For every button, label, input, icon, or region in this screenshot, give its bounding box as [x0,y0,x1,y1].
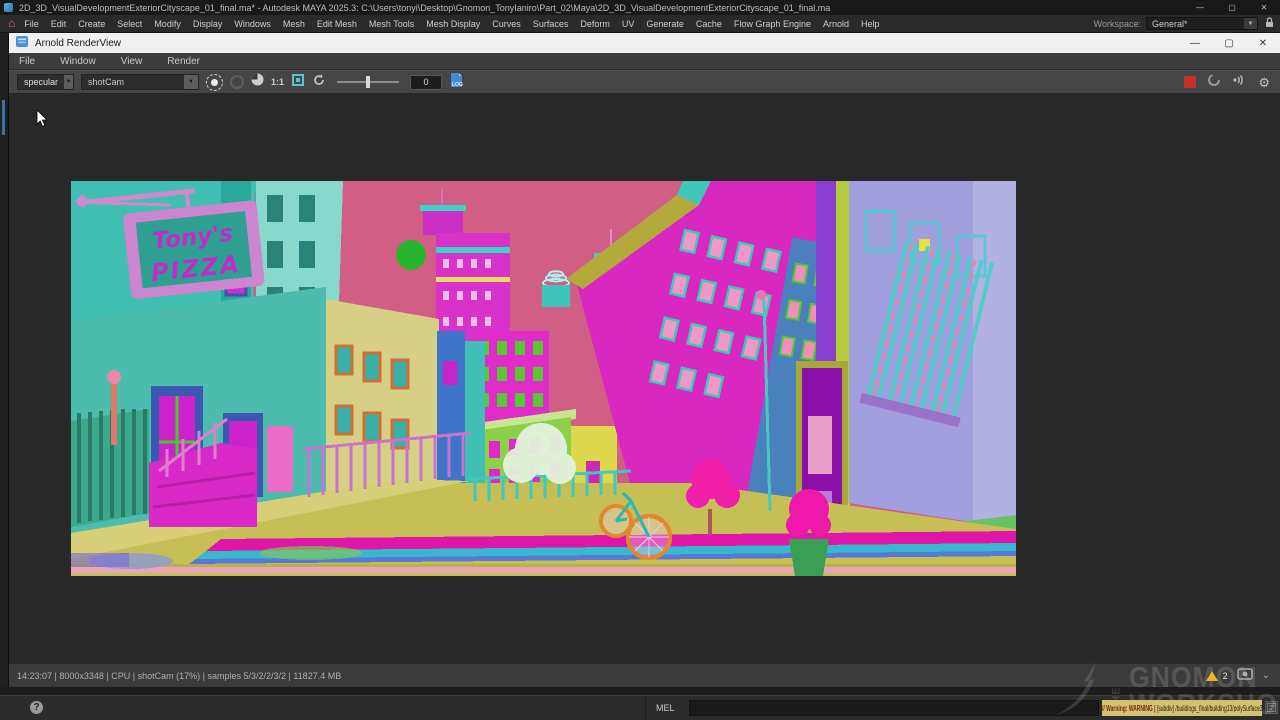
chevron-down-icon: ▼ [64,75,73,89]
renderview-menubar: File Window View Render [9,53,1280,70]
home-icon[interactable]: ⌂ [8,16,15,30]
maya-app-icon [4,3,13,12]
rv-menu-render[interactable]: Render [167,56,200,67]
stop-render-button[interactable] [1184,76,1196,88]
warning-count: 2 [1223,671,1228,681]
snapshot-icon[interactable] [230,75,244,89]
svg-text:LOG: LOG [452,82,463,88]
menu-file[interactable]: File [18,19,45,29]
warning-path: [subdiv] /buildings_final/building13/pol… [1157,704,1262,713]
zoom-ratio-label[interactable]: 1:1 [271,77,284,87]
menu-modify[interactable]: Modify [148,19,187,29]
command-output-warning[interactable]: // Warning: WARNING | [subdiv] /building… [1102,700,1262,716]
render-viewport[interactable]: Tony's PIZZA [9,94,1280,663]
menu-mesh-display[interactable]: Mesh Display [420,19,486,29]
notifications-icon[interactable] [1232,73,1247,91]
aov-dropdown[interactable]: specular ▼ [17,74,74,90]
slider-handle[interactable] [366,76,370,88]
renderview-toolbar: specular ▼ shotCam ▼ 1:1 0 LOG [9,70,1280,94]
renderview-titlebar[interactable]: Arnold RenderView — ▢ ✕ [9,33,1280,53]
render-status-text: 14:23:07 | 8000x3348 | CPU | shotCam (17… [17,671,341,681]
display-channel-icon[interactable] [251,73,264,91]
maya-titlebar: 2D_3D_VisualDevelopmentExteriorCityscape… [0,0,1280,15]
menu-flow-graph-engine[interactable]: Flow Graph Engine [728,19,817,29]
rv-menu-file[interactable]: File [19,56,35,67]
menu-cache[interactable]: Cache [690,19,728,29]
menu-edit-mesh[interactable]: Edit Mesh [311,19,363,29]
chevron-down-icon: ▼ [1244,18,1257,29]
chevron-down-icon: ▼ [184,75,198,89]
help-icon[interactable]: ? [30,701,43,714]
maya-window-title: 2D_3D_VisualDevelopmentExteriorCityscape… [19,3,830,13]
renderview-statusbar: 14:23:07 | 8000x3348 | CPU | shotCam (17… [9,663,1280,687]
renderview-title: Arnold RenderView [35,38,121,49]
aov-value: specular [18,75,64,89]
menu-create[interactable]: Create [72,19,111,29]
maya-bottom-gap [0,687,1280,695]
snapshot-image-icon[interactable] [1237,667,1253,685]
camera-value: shotCam [82,75,184,89]
maya-side-strip [0,33,8,690]
script-editor-icon[interactable] [1265,701,1278,714]
menu-display[interactable]: Display [187,19,229,29]
menu-edit[interactable]: Edit [45,19,73,29]
exposure-slider[interactable] [337,81,399,83]
maximize-button[interactable]: ▢ [1216,0,1248,15]
rv-menu-view[interactable]: View [121,56,143,67]
mouse-cursor [36,110,48,127]
arnold-renderview-window: Arnold RenderView — ▢ ✕ File Window View… [8,33,1280,687]
menu-help[interactable]: Help [855,19,886,29]
render-image: Tony's PIZZA [71,181,1016,576]
menu-mesh[interactable]: Mesh [277,19,311,29]
log-icon[interactable]: LOG [449,72,465,93]
divider [645,696,646,720]
warning-prefix: // Warning: WARNING | [1102,704,1157,713]
workspace-value: General* [1147,19,1244,29]
start-ipr-button[interactable] [206,74,223,91]
chevron-down-icon[interactable]: ⌄ [1262,670,1270,681]
menu-uv[interactable]: UV [616,19,641,29]
renderview-close-button[interactable]: ✕ [1246,33,1280,53]
maya-menubar: ⌂ File Edit Create Select Modify Display… [0,15,1280,33]
menu-surfaces[interactable]: Surfaces [527,19,575,29]
warning-triangle-icon[interactable] [1206,671,1218,681]
maya-command-line: ? MEL // Warning: WARNING | [subdiv] /bu… [0,695,1280,720]
workspace-label: Workspace: [1094,19,1141,29]
renderview-minimize-button[interactable]: — [1178,33,1212,53]
gear-icon[interactable]: ⚙ [1258,76,1270,89]
side-scrollbar-accent[interactable] [2,100,5,135]
exposure-field[interactable]: 0 [410,75,442,90]
menu-windows[interactable]: Windows [228,19,277,29]
workspace-dropdown[interactable]: General* ▼ [1146,17,1258,30]
rv-menu-window[interactable]: Window [60,56,96,67]
mel-label: MEL [656,703,675,713]
menu-arnold[interactable]: Arnold [817,19,855,29]
region-marquee-icon[interactable] [291,73,305,92]
lock-icon[interactable] [1265,15,1274,33]
minimize-button[interactable]: — [1184,0,1216,15]
renderview-window-icon [16,34,28,52]
maya-application: 2D_3D_VisualDevelopmentExteriorCityscape… [0,0,1280,720]
refresh-icon[interactable] [312,73,326,92]
mel-input[interactable] [689,700,1099,716]
menu-mesh-tools[interactable]: Mesh Tools [363,19,420,29]
renderview-maximize-button[interactable]: ▢ [1212,33,1246,53]
menu-deform[interactable]: Deform [574,19,616,29]
menu-curves[interactable]: Curves [486,19,527,29]
menu-generate[interactable]: Generate [640,19,690,29]
camera-dropdown[interactable]: shotCam ▼ [81,74,199,90]
close-button[interactable]: ✕ [1248,0,1280,15]
loop-icon[interactable] [1207,73,1221,92]
menu-select[interactable]: Select [111,19,148,29]
